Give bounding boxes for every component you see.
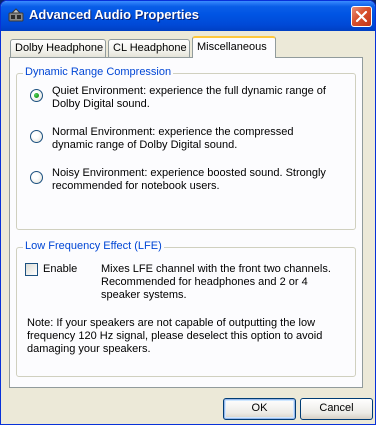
dialog-window: Advanced Audio Properties Dolby Headphon… [0,0,376,425]
lfe-enable-checkbox[interactable] [25,263,38,276]
radio-selected-dot [34,93,39,98]
quiet-environment-radio[interactable] [30,89,43,102]
close-button[interactable] [351,6,372,27]
lfe-enable-label[interactable]: Enable [43,263,77,276]
tab-dolby-headphone[interactable]: Dolby Headphone [10,39,106,57]
speaker-icon [7,7,25,25]
tab-cl-headphone[interactable]: CL Headphone [108,39,190,57]
low-frequency-effect-group: Low Frequency Effect (LFE) Enable Mixes … [16,240,356,377]
dynamic-range-compression-group: Dynamic Range Compression Quiet Environm… [16,66,356,230]
window-title: Advanced Audio Properties [29,7,199,22]
lfe-description: Mixes LFE channel with the front two cha… [101,263,331,301]
dialog-client-area: Dolby Headphone CL Headphone Miscellaneo… [4,31,373,423]
lfe-group-caption: Low Frequency Effect (LFE) [23,240,164,252]
normal-environment-radio[interactable] [30,130,43,143]
drc-group-caption: Dynamic Range Compression [23,66,174,78]
title-bar[interactable]: Advanced Audio Properties [1,1,375,31]
noisy-environment-radio[interactable] [30,171,43,184]
tab-miscellaneous[interactable]: Miscellaneous [192,36,276,58]
cancel-button[interactable]: Cancel [300,398,373,420]
lfe-warning-note: Note: If your speakers are not capable o… [27,317,323,355]
noisy-environment-label[interactable]: Noisy Environment: experience boosted so… [52,167,342,193]
quiet-environment-label[interactable]: Quiet Environment: experience the full d… [52,85,332,111]
close-icon [355,10,368,23]
normal-environment-label[interactable]: Normal Environment: experience the compr… [52,126,312,152]
miscellaneous-tab-panel: Dynamic Range Compression Quiet Environm… [9,57,363,388]
ok-button[interactable]: OK [223,398,296,420]
